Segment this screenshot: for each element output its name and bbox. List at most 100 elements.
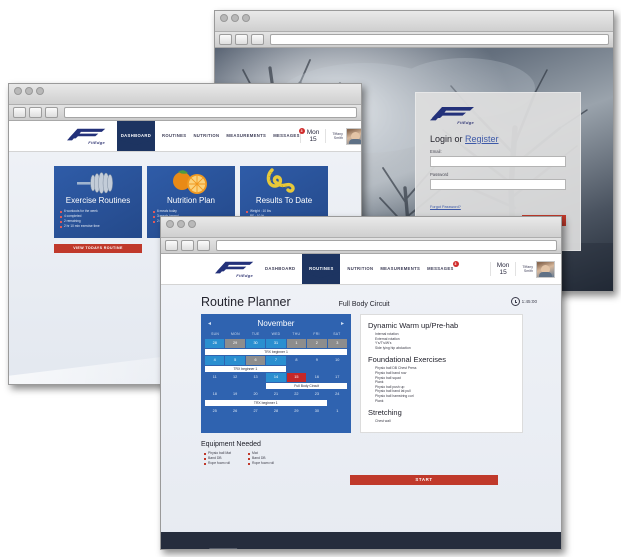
forward-icon[interactable] xyxy=(181,240,194,251)
planner-window-titlebar[interactable] xyxy=(161,217,561,238)
calendar-day[interactable]: 14 xyxy=(266,373,286,382)
calendar-day[interactable]: 29 xyxy=(287,407,306,416)
calendar-day[interactable]: 20 xyxy=(246,390,265,399)
calendar-day[interactable]: 17 xyxy=(328,373,347,382)
planner-window-toolbar[interactable] xyxy=(161,238,561,254)
calendar-day[interactable]: 23 xyxy=(307,390,326,399)
maximize-icon[interactable] xyxy=(36,87,44,95)
close-icon[interactable] xyxy=(220,14,228,22)
nav-measurements[interactable]: MEASUREMENTS xyxy=(226,121,266,138)
calendar-day[interactable]: 28 xyxy=(205,339,225,348)
forward-icon[interactable] xyxy=(29,107,42,118)
calendar-day[interactable]: 10 xyxy=(328,356,347,365)
calendar-event[interactable]: TRX beginner 1 xyxy=(205,366,286,372)
password-field[interactable] xyxy=(430,179,566,190)
calendar-day[interactable]: 30 xyxy=(307,407,326,416)
calendar-day[interactable]: 26 xyxy=(225,407,244,416)
calendar-day[interactable]: 31 xyxy=(266,339,286,348)
calendar-day[interactable]: 16 xyxy=(307,373,326,382)
calendar-day[interactable]: 24 xyxy=(328,390,347,399)
address-bar[interactable] xyxy=(216,240,557,251)
avatar[interactable] xyxy=(536,260,555,278)
avatar[interactable] xyxy=(345,127,361,145)
card-exercise-routines[interactable]: Exercise Routines 6 workouts for the wee… xyxy=(54,166,142,238)
calendar-day[interactable]: 13 xyxy=(246,373,265,382)
calendar-day[interactable]: 9 xyxy=(307,356,326,365)
minimize-icon[interactable] xyxy=(25,87,33,95)
calendar-day[interactable]: 7 xyxy=(266,356,286,365)
calendar-day[interactable]: 15 xyxy=(286,373,307,382)
window-controls[interactable] xyxy=(220,14,250,22)
window-controls[interactable] xyxy=(14,87,44,95)
calendar-day[interactable]: 29 xyxy=(225,339,245,348)
close-icon[interactable] xyxy=(166,220,174,228)
nav-measurements[interactable]: MEASUREMENTS xyxy=(380,254,420,271)
email-field[interactable] xyxy=(430,156,566,167)
calendar-day[interactable]: 28 xyxy=(266,407,285,416)
register-link[interactable]: Register xyxy=(465,134,499,144)
user-menu[interactable]: Tiffany Smith xyxy=(326,127,361,145)
close-icon[interactable] xyxy=(14,87,22,95)
nav-dashboard[interactable]: DASHBOARD xyxy=(265,254,295,271)
calendar-day[interactable]: 1 xyxy=(328,407,347,416)
address-bar[interactable] xyxy=(64,107,357,118)
calendar-day[interactable]: 21 xyxy=(266,390,285,399)
user-menu[interactable]: Tiffany Smith xyxy=(516,260,555,278)
list-item[interactable]: Plank xyxy=(375,399,516,404)
minimize-icon[interactable] xyxy=(231,14,239,22)
calendar-event[interactable]: TRX beginner 1 xyxy=(205,400,327,406)
view-todays-routine-button[interactable]: VIEW TODAYS ROUTINE xyxy=(54,244,142,253)
calendar-day[interactable]: 4 xyxy=(205,356,225,365)
minimize-icon[interactable] xyxy=(177,220,185,228)
back-icon[interactable] xyxy=(219,34,232,45)
calendar-day[interactable]: 6 xyxy=(245,356,266,365)
back-icon[interactable] xyxy=(165,240,178,251)
calendar-event[interactable]: TRX beginner 1 xyxy=(205,349,347,355)
fitedge-logo[interactable]: FitEdge xyxy=(67,127,107,145)
maximize-icon[interactable] xyxy=(242,14,250,22)
fitedge-logo[interactable]: FitEdge xyxy=(215,260,255,278)
calendar-day[interactable]: 30 xyxy=(245,339,266,348)
calendar-day[interactable]: 27 xyxy=(246,407,265,416)
next-month-icon[interactable]: ▸ xyxy=(341,320,344,327)
start-button[interactable]: START xyxy=(350,474,498,485)
nav-nutrition[interactable]: NUTRITION xyxy=(193,121,219,138)
nav-dashboard[interactable]: DASHBOARD xyxy=(117,121,155,151)
dashboard-window-toolbar[interactable] xyxy=(9,105,361,121)
date-number: 15 xyxy=(309,136,317,143)
window-controls[interactable] xyxy=(166,220,196,228)
login-window-toolbar[interactable] xyxy=(215,32,613,48)
calendar-day[interactable]: 12 xyxy=(225,373,244,382)
forward-icon[interactable] xyxy=(235,34,248,45)
nav-messages[interactable]: MESSAGES 3 xyxy=(273,121,305,138)
address-bar[interactable] xyxy=(270,34,609,45)
list-item: Rope foam roll xyxy=(247,460,275,465)
footer-links[interactable]: ABOUT US / TERMS OF SERVICE / PRIVACY PO… xyxy=(253,549,398,550)
reload-icon[interactable] xyxy=(197,240,210,251)
dashboard-window-titlebar[interactable] xyxy=(9,84,361,105)
list-item[interactable]: Chest wall xyxy=(375,419,516,424)
maximize-icon[interactable] xyxy=(188,220,196,228)
calendar-day[interactable]: 2 xyxy=(307,339,327,348)
calendar-day[interactable]: 18 xyxy=(205,390,224,399)
back-icon[interactable] xyxy=(13,107,26,118)
login-window-titlebar[interactable] xyxy=(215,11,613,32)
calendar-day[interactable]: 1 xyxy=(286,339,307,348)
calendar-day[interactable]: 11 xyxy=(205,373,224,382)
list-item[interactable]: Side lying hip abduction xyxy=(375,346,516,351)
nav-routines[interactable]: ROUTINES xyxy=(162,121,186,138)
reload-icon[interactable] xyxy=(251,34,264,45)
nav-messages[interactable]: MESSAGES 3 xyxy=(427,254,459,271)
calendar-day[interactable]: 25 xyxy=(205,407,224,416)
calendar-day[interactable]: 19 xyxy=(225,390,244,399)
calendar-event[interactable]: Full Body Circuit xyxy=(266,383,347,389)
nav-routines[interactable]: ROUTINES xyxy=(302,254,341,284)
calendar-day[interactable]: 3 xyxy=(327,339,347,348)
forgot-password-link[interactable]: Forgot Password? xyxy=(430,205,461,209)
calendar-day[interactable]: 8 xyxy=(287,356,306,365)
nav-nutrition[interactable]: NUTRITION xyxy=(347,254,373,271)
calendar-day[interactable]: 5 xyxy=(225,356,245,365)
reload-icon[interactable] xyxy=(45,107,58,118)
calendar-day[interactable]: 22 xyxy=(287,390,306,399)
prev-month-icon[interactable]: ◂ xyxy=(208,320,211,327)
